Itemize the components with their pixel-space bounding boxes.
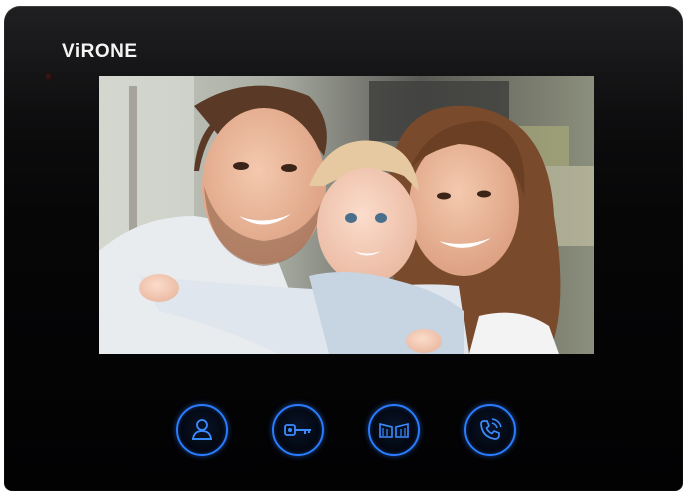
status-led [45,73,53,81]
call-button[interactable] [464,404,516,456]
light-sensor [649,48,653,52]
unlock-button[interactable] [272,404,324,456]
control-buttons [176,404,522,462]
key-icon [284,424,311,436]
brand-logo: ViRONE [62,41,138,62]
person-icon [191,419,213,440]
phone-icon [480,418,502,440]
video-display [99,76,594,354]
gate-icon [379,422,409,438]
intercom-monitor: ViRONE [4,6,683,491]
family-portrait-image [99,76,594,354]
gate-button[interactable] [368,404,420,456]
monitor-button[interactable] [176,404,228,456]
